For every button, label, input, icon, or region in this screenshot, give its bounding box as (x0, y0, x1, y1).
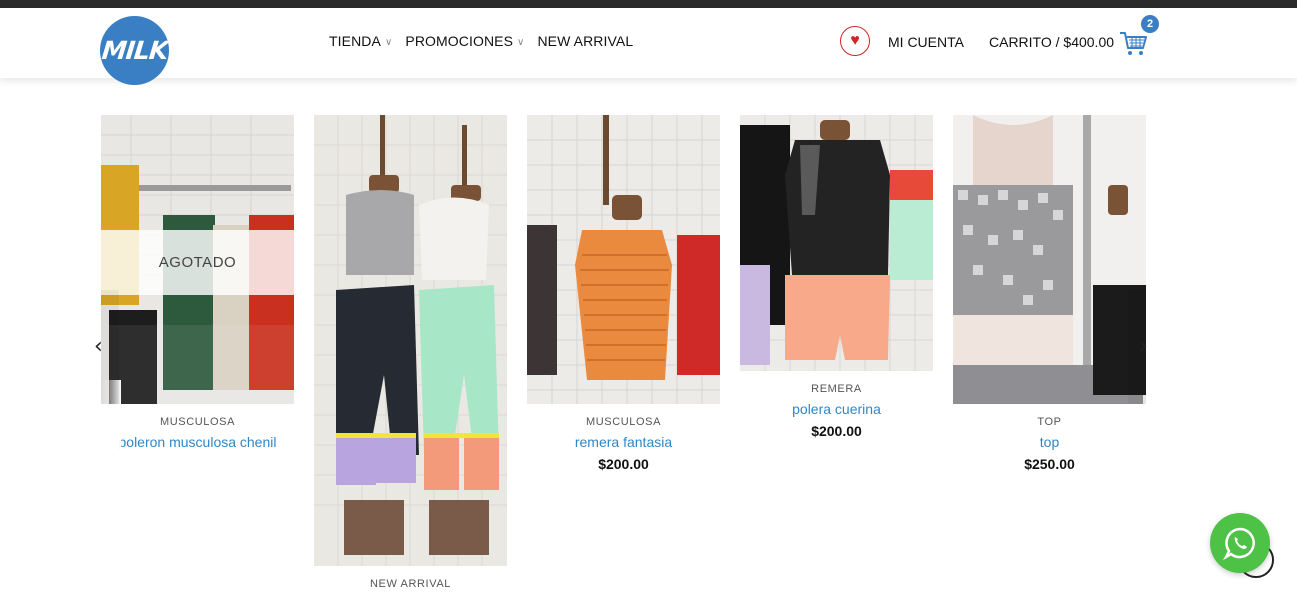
top-bar (0, 0, 1297, 8)
nav-item-label: NEW ARRIVAL (537, 33, 634, 49)
whatsapp-button[interactable] (1210, 513, 1270, 573)
product-category: NEW ARRIVAL (370, 578, 451, 590)
product-image[interactable] (953, 115, 1146, 404)
carousel-prev-area (101, 290, 119, 404)
product-image[interactable] (314, 115, 507, 566)
product-category: TOP (1037, 416, 1062, 428)
product-price: $200.00 (598, 456, 649, 472)
product-image[interactable]: AGOTADO (101, 115, 294, 404)
nav-item-label: PROMOCIONES (405, 33, 514, 49)
chevron-down-icon: ∨ (517, 36, 525, 48)
nav-item-promociones[interactable]: PROMOCIONES ∨ (405, 33, 524, 49)
product-name[interactable]: remera fantasia (527, 434, 720, 450)
product-card[interactable]: MUSCULOSA remera fantasia $200.00 (527, 115, 720, 472)
product-price: $200.00 (811, 423, 862, 439)
whatsapp-icon (1223, 527, 1255, 560)
wishlist-button[interactable]: ♥ (840, 26, 870, 56)
product-category: REMERA (811, 383, 862, 395)
cart-count-badge: 2 (1141, 15, 1159, 33)
product-card[interactable]: TOP top $250.00 (953, 115, 1146, 472)
product-category: MUSCULOSA (585, 416, 662, 428)
logo-text: MILK (100, 36, 169, 65)
product-carousel: AGOTADO MUSCULOSA poleron musculosa chen… (101, 115, 1146, 594)
product-image[interactable] (527, 115, 720, 404)
product-image[interactable] (740, 115, 933, 371)
nav-item-label: TIENDA (329, 33, 381, 49)
chevron-right-icon[interactable]: › (1139, 334, 1148, 359)
product-card[interactable]: NEW ARRIVAL (314, 115, 507, 590)
product-name[interactable]: polera cuerina (740, 401, 933, 417)
cart-link[interactable]: CARRITO / $400.00 (989, 34, 1114, 50)
product-card[interactable]: REMERA polera cuerina $200.00 (740, 115, 933, 439)
chevron-down-icon: ∨ (384, 36, 393, 48)
nav-item-tienda[interactable]: TIENDA ∨ (329, 33, 392, 49)
nav-item-new-arrival[interactable]: NEW ARRIVAL (537, 33, 633, 49)
product-card[interactable]: AGOTADO MUSCULOSA poleron musculosa chen… (101, 115, 294, 450)
shopping-cart-icon[interactable] (1118, 28, 1148, 58)
chevron-left-icon[interactable]: ‹ (94, 334, 103, 359)
main-nav: TIENDA ∨ PROMOCIONES ∨ NEW ARRIVAL (329, 33, 633, 49)
sold-out-overlay: AGOTADO (101, 230, 294, 295)
product-name[interactable]: poleron musculosa chenil (101, 434, 294, 450)
heart-icon: ♥ (850, 32, 860, 49)
product-price: $250.00 (1024, 456, 1075, 472)
product-category: MUSCULOSA (159, 416, 236, 428)
account-link[interactable]: MI CUENTA (888, 34, 964, 50)
site-logo[interactable]: MILK (100, 16, 169, 85)
product-name[interactable]: top (953, 434, 1146, 450)
site-header: MILK TIENDA ∨ PROMOCIONES ∨ NEW ARRIVAL … (0, 8, 1297, 85)
